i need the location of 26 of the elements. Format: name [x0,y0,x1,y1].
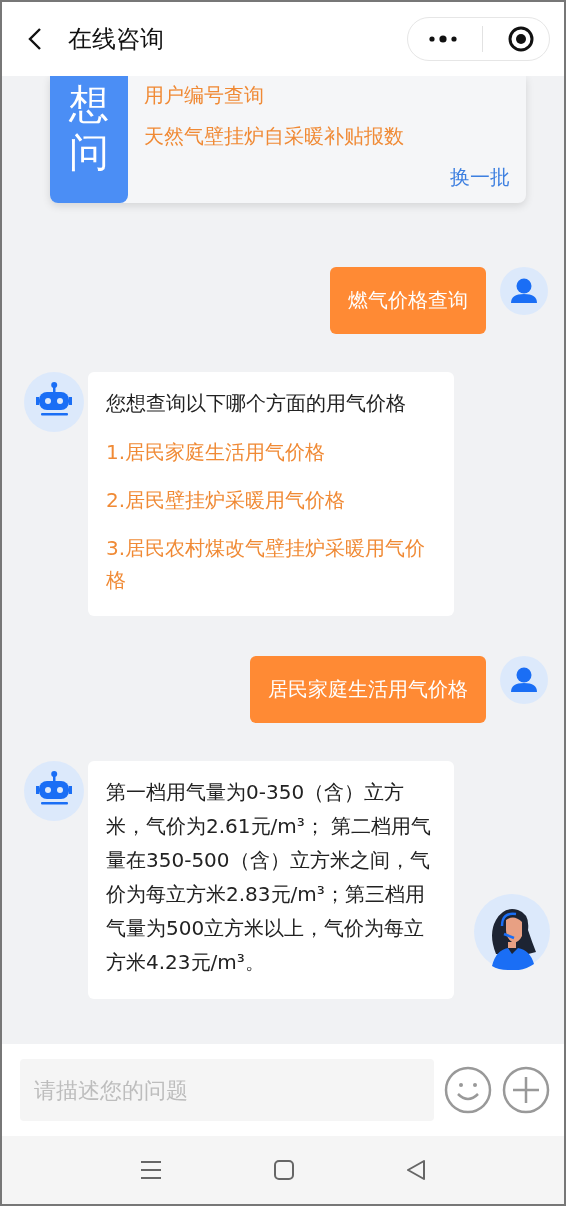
robot-avatar-icon [24,761,84,821]
more-icon[interactable] [428,35,458,43]
user-avatar-icon [500,656,548,704]
close-mini-program-icon[interactable] [507,25,535,53]
badge-label: 想问 [69,80,109,177]
agent-avatar-icon[interactable] [474,894,550,970]
suggested-question[interactable]: 用户编号查询 [144,82,510,109]
suggested-question[interactable]: 天然气壁挂炉自采暖补贴报数 [144,123,510,150]
refresh-link[interactable]: 换一批 [450,164,510,191]
home-icon[interactable] [274,1160,294,1180]
answer-option[interactable]: 2.居民壁挂炉采暖用气价格 [106,484,436,516]
answer-option[interactable]: 3.居民农村煤改气壁挂炉采暖用气价格 [106,532,436,596]
message-input[interactable]: 请描述您的问题 [20,1059,434,1121]
answer-option[interactable]: 1.居民家庭生活用气价格 [106,436,436,468]
emoji-icon[interactable] [444,1066,492,1114]
bot-message: 第一档用气量为0-350（含）立方米，气价为2.61元/m³； 第二档用气量在350-500（含）立方米之间，气价为每立方米2.83元/m³；第三档用气量为500立方米以上，气价为每立方米4.23元/m³。 [106,779,433,976]
robot-avatar-icon [24,372,84,432]
bot-message: 您想查询以下哪个方面的用气价格 [106,390,407,417]
back-icon[interactable] [28,27,42,51]
user-message: 燃气价格查询 [330,267,486,334]
back-nav-icon[interactable] [406,1160,426,1180]
menu-icon[interactable] [140,1160,162,1180]
user-avatar-icon [500,267,548,315]
user-message: 居民家庭生活用气价格 [250,656,486,723]
page-title: 在线咨询 [68,24,165,55]
add-icon[interactable] [502,1066,550,1114]
